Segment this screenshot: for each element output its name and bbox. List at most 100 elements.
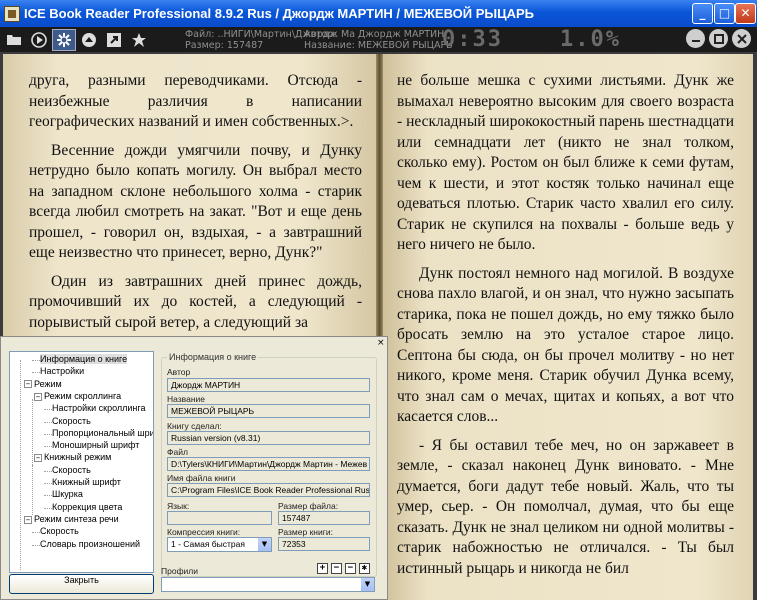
collapse-icon[interactable]: − — [34, 392, 42, 401]
book-size-field[interactable]: 72353 — [278, 537, 370, 551]
tree-item[interactable]: Пропорциональный шрифт — [44, 428, 153, 440]
maximize-button[interactable]: □ — [714, 3, 735, 24]
paragraph: Дунк постоял немного над могилой. В возд… — [397, 264, 734, 426]
fullscreen-button[interactable] — [709, 29, 728, 48]
book-file-field[interactable]: C:\Program Files\ICE Book Reader Profess… — [167, 483, 370, 497]
goto-button[interactable] — [103, 30, 125, 50]
profile-add-button[interactable]: + — [317, 563, 328, 574]
profiles-label: Профили — [161, 566, 199, 576]
minimize-icon — [691, 39, 700, 42]
made-by-field[interactable]: Russian version (v8.31) — [167, 431, 370, 445]
profiles-select[interactable]: ▼ — [161, 577, 375, 592]
compression-value: 1 - Самая быстрая — [171, 539, 245, 549]
open-folder-button[interactable] — [3, 30, 25, 50]
tree-connector — [32, 544, 40, 546]
tree-connector — [44, 470, 52, 472]
file-field[interactable]: D:\Tylers\КНИГИ\Мартин\Джордж Мартин - М… — [167, 457, 370, 471]
tree-connector — [20, 537, 21, 562]
paragraph: друга, разными переводчиками. Отсюда - н… — [29, 72, 362, 130]
settings-button[interactable] — [52, 28, 76, 51]
book-file-label: Имя файла книги — [167, 473, 236, 483]
tree-item[interactable]: Книжный шрифт — [44, 477, 121, 489]
minimize-to-tray-button[interactable] — [686, 29, 705, 48]
collapse-icon[interactable]: − — [34, 454, 42, 463]
title-field[interactable]: МЕЖЕВОЙ РЫЦАРЬ — [167, 404, 370, 418]
tree-item[interactable]: Словарь произношений — [32, 539, 140, 551]
title-value: МЕЖЕВОЙ РЫЦАРЬ — [357, 40, 453, 51]
tree-item[interactable]: Коррекция цвета — [44, 501, 123, 514]
made-by-label: Книгу сделал: — [167, 421, 222, 431]
tree-connector — [32, 532, 40, 534]
eject-button[interactable] — [78, 30, 100, 50]
tree-item-label: Режим скроллинга — [44, 390, 122, 401]
tree-item[interactable]: Моноширный шрифт — [44, 440, 139, 452]
compression-select[interactable]: 1 - Самая быстрая ▼ — [167, 537, 272, 552]
settings-tree[interactable]: Информация о книге Настройки − Режим − Режим … — [9, 351, 154, 573]
tree-item[interactable]: Скорость — [32, 526, 79, 538]
tree-item-label: Книжный шрифт — [52, 477, 121, 487]
file-label: Файл: — [185, 29, 215, 40]
tree-item-label: Режим — [34, 378, 62, 389]
tree-connector — [32, 465, 33, 515]
tree-item[interactable]: − Режим синтеза речи — [24, 514, 119, 526]
tree-item[interactable]: − Режим скроллинга — [34, 391, 121, 403]
close-button[interactable]: ✕ — [735, 3, 756, 24]
book-size-label: Размер книги: — [278, 527, 333, 537]
tree-connector — [32, 360, 40, 361]
chevron-down-icon[interactable]: ▼ — [361, 578, 374, 591]
collapse-icon[interactable]: − — [24, 380, 32, 389]
exit-button[interactable] — [732, 29, 751, 48]
book-info: Автор: Джордж МАРТИН Название: МЕЖЕВОЙ Р… — [304, 29, 453, 51]
tree-item[interactable]: Скорость — [44, 464, 91, 477]
tree-connector — [44, 495, 52, 497]
tree-item[interactable]: Настройки — [32, 366, 85, 378]
tree-item-label: Режим синтеза речи — [34, 513, 119, 524]
tree-connector — [44, 409, 52, 411]
tree-item-label: Информация о книге — [40, 354, 128, 364]
size-label: Размер: — [185, 40, 224, 51]
star-icon — [132, 32, 146, 47]
tree-item[interactable]: Информация о книге — [32, 354, 128, 366]
window-title: ICE Book Reader Professional 8.9.2 Rus /… — [24, 6, 535, 21]
author-field-label: Автор — [167, 367, 191, 377]
dialog-close-button[interactable]: Закрыть — [9, 574, 154, 594]
collapse-icon[interactable]: − — [24, 515, 32, 524]
file-size-label: Размер файла: — [278, 501, 339, 511]
language-field[interactable] — [167, 511, 272, 525]
author-field[interactable]: Джордж МАРТИН — [167, 378, 370, 392]
author-value: Джордж МАРТИН — [357, 29, 445, 40]
paragraph: Весенние дожди умягчили почву, и Дунку н… — [29, 141, 362, 262]
file-size-field[interactable]: 157487 — [278, 511, 370, 525]
tree-item-label: Коррекция цвета — [52, 501, 123, 512]
right-page[interactable]: не больше мешка с сухими листьями. Дунк … — [383, 54, 753, 600]
tree-item[interactable]: − Режим — [24, 379, 62, 391]
profile-remove-button[interactable]: − — [331, 563, 342, 574]
bookmark-button[interactable] — [128, 30, 150, 50]
tree-connector — [44, 421, 52, 423]
profile-clear-button[interactable]: − — [345, 563, 356, 574]
paragraph: - Я бы оставил тебе меч, но он заржавеет… — [397, 436, 734, 577]
tree-item[interactable]: − Книжный режим — [34, 452, 111, 464]
paragraph: не больше мешка с сухими листьями. Дунк … — [397, 72, 734, 253]
tree-item-label: Настройки — [40, 366, 85, 377]
profile-settings-button[interactable]: ✱ — [359, 563, 370, 574]
progress-percent: 1.0% — [560, 27, 621, 52]
tree-item-label: Книжный режим — [44, 452, 112, 463]
chevron-down-icon[interactable]: ▼ — [258, 538, 271, 551]
tree-item[interactable]: Настройки скроллинга — [44, 403, 145, 415]
file-field-label: Файл — [167, 447, 188, 457]
author-label: Автор: — [304, 29, 337, 40]
title-field-label: Название — [167, 394, 205, 404]
tree-item-label: Скорость — [52, 464, 91, 475]
tree-item[interactable]: Шкурка — [44, 489, 83, 501]
restore-icon — [713, 33, 724, 44]
close-icon — [736, 33, 747, 44]
dialog-close-icon[interactable]: × — [377, 338, 385, 348]
eject-icon — [82, 32, 96, 47]
language-label: Язык: — [167, 501, 190, 511]
tree-item-label: Скорость — [52, 415, 91, 426]
minimize-button[interactable]: _ — [692, 3, 713, 24]
tree-item[interactable]: Скорость — [44, 415, 91, 428]
play-button[interactable] — [28, 30, 50, 50]
tree-connector — [32, 372, 40, 374]
